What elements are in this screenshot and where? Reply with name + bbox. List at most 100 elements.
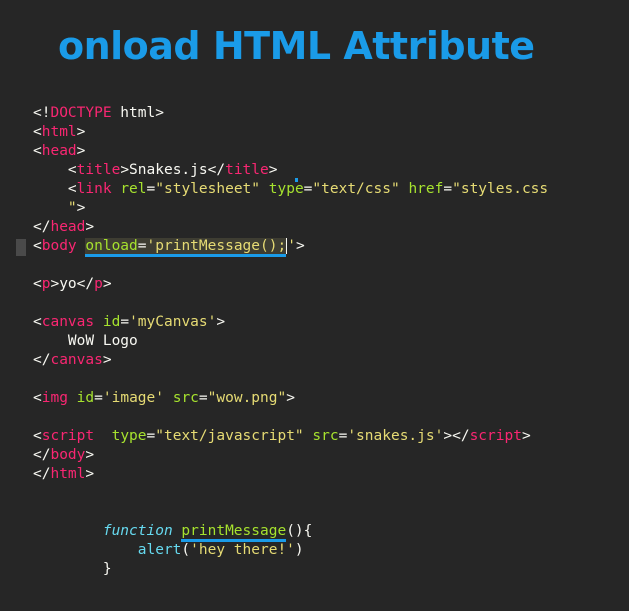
- token: 'image': [102, 390, 164, 406]
- code-line-canvas-close: </canvas>: [33, 351, 548, 370]
- token: >: [102, 352, 112, 368]
- token: html: [41, 124, 77, 140]
- token: >: [120, 162, 130, 178]
- token: </: [33, 466, 51, 482]
- token: (){: [286, 523, 313, 539]
- token: >: [76, 143, 86, 159]
- token: </: [33, 352, 51, 368]
- token: href: [408, 181, 444, 197]
- token: <: [33, 314, 42, 330]
- token: >: [85, 447, 95, 463]
- token: ': [287, 238, 296, 254]
- token: img: [41, 390, 68, 406]
- token: "text/javascript": [155, 428, 304, 444]
- token: "text/css": [312, 181, 400, 197]
- token: =: [94, 390, 103, 406]
- token: src: [172, 390, 199, 406]
- token: >: [286, 390, 295, 406]
- token: >: [76, 200, 86, 216]
- code-line-function-body: alert('hey there!'): [33, 541, 548, 560]
- code-editor[interactable]: <!DOCTYPE html> <html> <head> <title>Sna…: [33, 104, 548, 579]
- token: </: [33, 447, 51, 463]
- token: id: [76, 390, 95, 406]
- token: >: [50, 276, 60, 292]
- code-line-function-decl: function printMessage(){: [33, 522, 548, 542]
- token: >: [521, 428, 531, 444]
- token: html>: [111, 105, 164, 121]
- gutter-line-marker: [16, 239, 26, 256]
- token: 'myCanvas': [129, 314, 217, 330]
- token: >: [295, 238, 305, 254]
- code-line-doctype: <!DOCTYPE html>: [33, 104, 548, 123]
- token: body: [41, 238, 77, 254]
- token: head: [41, 143, 77, 159]
- token: "stylesheet": [155, 181, 261, 197]
- token: =: [146, 428, 156, 444]
- token: html: [50, 466, 86, 482]
- code-line-body-close: </body>: [33, 446, 548, 465]
- token: </: [76, 276, 95, 292]
- code-line-link: <link rel="stylesheet" type="text/css" h…: [33, 180, 548, 199]
- token: ': [146, 238, 156, 254]
- token: script: [41, 428, 95, 444]
- token: ): [294, 542, 304, 558]
- token: =: [198, 390, 208, 406]
- token: >: [76, 124, 86, 140]
- code-line-canvas-text: WoW Logo: [33, 332, 548, 351]
- token: <: [33, 276, 42, 292]
- code-line-html-close: </html>: [33, 465, 548, 484]
- token: <: [33, 143, 42, 159]
- function-name-highlight: printMessage: [181, 523, 287, 542]
- code-line-img: <img id='image' src="wow.png">: [33, 389, 548, 408]
- token: title: [225, 162, 269, 178]
- token: link: [76, 181, 112, 197]
- token: <: [67, 162, 77, 178]
- code-line-body-open: <body onload='printMessage();'>: [33, 237, 548, 257]
- token: <!: [33, 105, 51, 121]
- onload-attribute-highlight: onload='printMessage();: [85, 238, 287, 257]
- code-line-link-continued: ">: [33, 199, 548, 218]
- token: "wow.png": [207, 390, 287, 406]
- token: onload: [85, 238, 138, 254]
- token: DOCTYPE: [50, 105, 112, 121]
- token: Snakes.js: [129, 162, 208, 178]
- token: >: [216, 314, 226, 330]
- token: =: [137, 238, 147, 254]
- editor-screenshot: onload HTML Attribute <!DOCTYPE html> <h…: [0, 0, 629, 611]
- token: </: [33, 219, 51, 235]
- token: }: [102, 561, 112, 577]
- token: <: [67, 181, 77, 197]
- code-line-html-open: <html>: [33, 123, 548, 142]
- token: canvas: [50, 352, 103, 368]
- code-line-function-close: }: [33, 560, 548, 579]
- token: head: [50, 219, 86, 235]
- code-line-head-close: </head>: [33, 218, 548, 237]
- token: function: [102, 523, 173, 539]
- token: canvas: [41, 314, 95, 330]
- token: src: [312, 428, 339, 444]
- token: >: [443, 428, 453, 444]
- code-line-script: <script type="text/javascript" src='snak…: [33, 427, 548, 446]
- token: ();: [260, 238, 287, 254]
- token: =: [443, 181, 453, 197]
- token: type: [268, 181, 304, 197]
- token: script: [469, 428, 522, 444]
- token: =: [120, 314, 130, 330]
- token: <: [33, 238, 42, 254]
- token: printMessage: [155, 238, 261, 254]
- token: p: [94, 276, 103, 292]
- token: 'snakes.js': [347, 428, 444, 444]
- token: </: [207, 162, 226, 178]
- token: >: [102, 276, 112, 292]
- token: WoW Logo: [67, 333, 138, 349]
- token: <: [33, 124, 42, 140]
- token: alert: [137, 542, 182, 558]
- token: type: [111, 428, 147, 444]
- token: (: [181, 542, 191, 558]
- token: "styles.css: [452, 181, 549, 197]
